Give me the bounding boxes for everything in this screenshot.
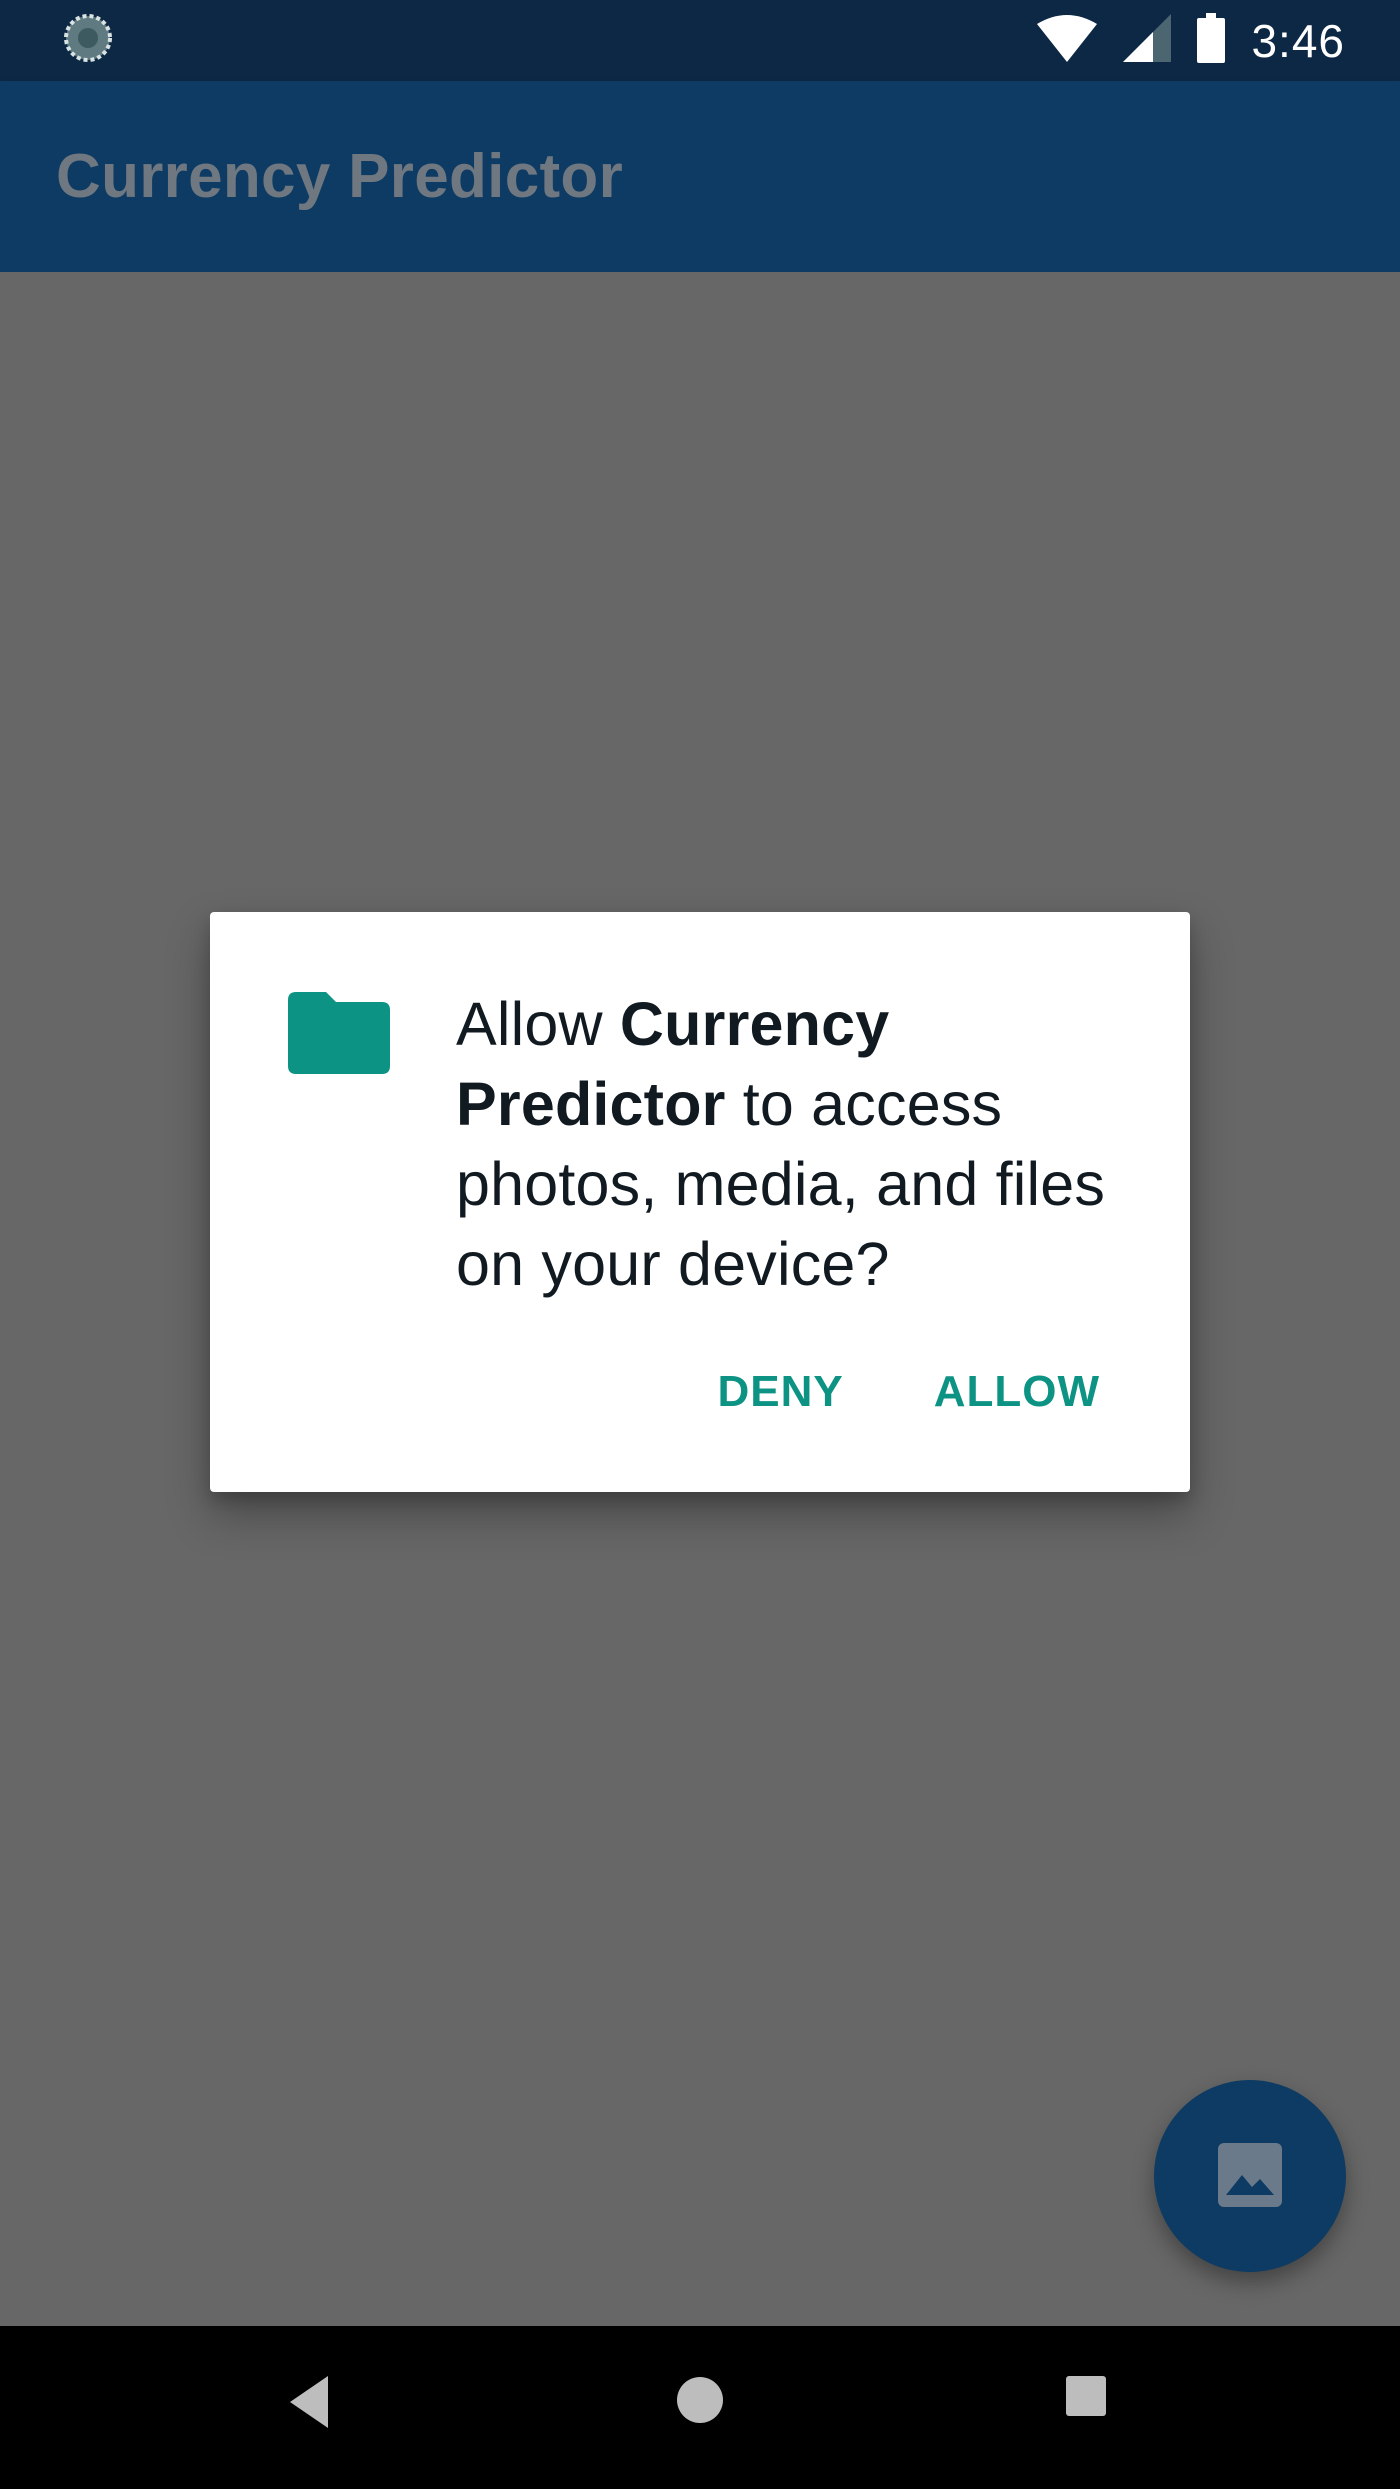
folder-icon [288,992,390,1074]
cell-signal-icon [1123,14,1172,67]
navigation-bar [0,2326,1400,2489]
status-right: 3:46 [1037,13,1345,68]
home-button[interactable] [674,2374,726,2429]
status-left [62,12,114,69]
dialog-message: Allow Currency Predictor to access photo… [456,984,1146,1304]
status-time: 3:46 [1251,14,1345,67]
screen: 3:46 Currency Predictor Allow Currency P… [0,0,1400,2489]
app-bar: Currency Predictor [0,81,1400,272]
permission-dialog: Allow Currency Predictor to access photo… [210,912,1190,1492]
deny-button[interactable]: DENY [717,1367,843,1417]
back-icon [286,2376,334,2433]
app-title: Currency Predictor [56,142,624,211]
home-icon [674,2377,726,2429]
back-button[interactable] [286,2374,334,2433]
dialog-message-prefix: Allow [456,990,620,1058]
battery-icon [1197,13,1226,68]
app-sync-icon [62,12,114,69]
recents-button[interactable] [1064,2374,1108,2421]
pick-image-fab[interactable] [1154,2080,1346,2272]
recents-icon [1064,2376,1108,2421]
wifi-icon [1037,14,1098,67]
dialog-actions: DENY ALLOW [717,1367,1100,1417]
allow-button[interactable]: ALLOW [934,1367,1100,1417]
status-bar: 3:46 [0,0,1400,81]
image-icon [1218,2142,1282,2210]
